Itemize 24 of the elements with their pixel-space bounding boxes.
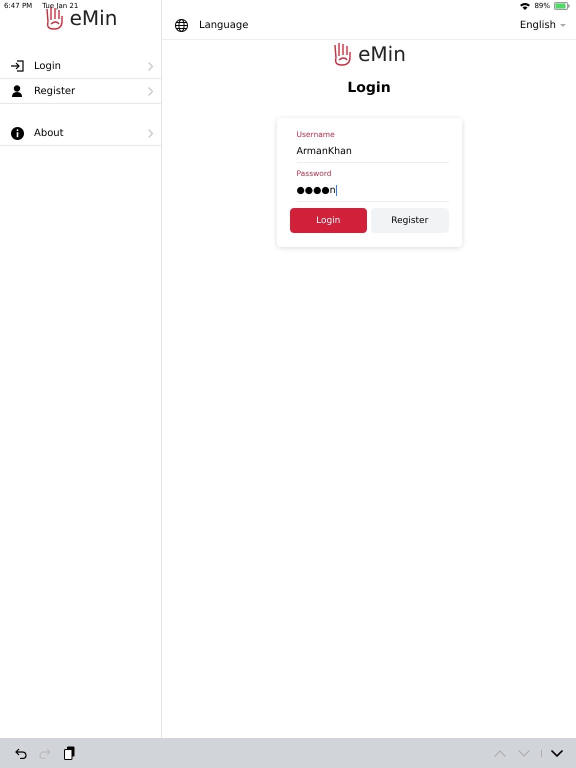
sidebar-item[interactable]: Register [0, 79, 161, 104]
sidebar-item[interactable]: About [0, 121, 161, 146]
input-field[interactable]: ●●●●n [296, 183, 448, 202]
chevron-icon [148, 62, 153, 70]
chevron-icon [148, 128, 153, 138]
language-dropdown[interactable]: English [520, 20, 566, 31]
enter-icon [11, 60, 24, 72]
login-button[interactable]: Login [290, 208, 367, 233]
hide-keyboard-icon[interactable] [551, 750, 563, 756]
undo-icon[interactable] [15, 748, 27, 758]
person-icon [11, 85, 24, 97]
wifi-icon [520, 2, 530, 10]
sidebar-item[interactable]: Login [0, 54, 161, 79]
globe-icon [175, 19, 188, 32]
page-title: Login [347, 80, 391, 96]
input-field[interactable]: ArmanKhan [296, 144, 448, 163]
chevron-icon [148, 86, 153, 96]
logo-text: eMin [358, 42, 406, 66]
battery-icon [554, 2, 570, 10]
register-button[interactable]: Register [371, 208, 448, 233]
caret-icon [560, 24, 566, 28]
paste-icon[interactable] [64, 746, 74, 760]
language-label: Language [199, 20, 248, 31]
info-icon [11, 126, 24, 140]
